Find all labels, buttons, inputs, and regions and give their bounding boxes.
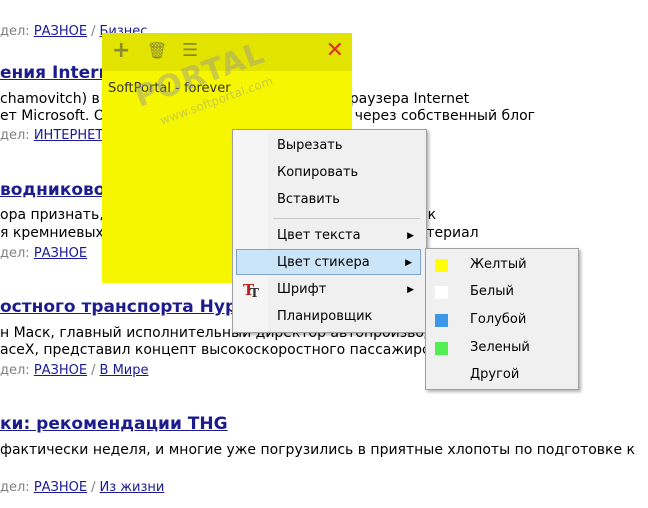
subcategory-link[interactable]: Из жизни — [100, 480, 165, 495]
color-option-label: Желтый — [470, 257, 527, 272]
article-4-meta: дел: РАЗНОЕ / Из жизни — [0, 480, 165, 495]
menu-item-text-color[interactable]: Цвет текста ▶ — [234, 223, 424, 249]
article-1-meta: дел: ИНТЕРНЕТ — [0, 128, 103, 143]
section-label: дел: — [0, 24, 30, 39]
menu-item-sticker-color[interactable]: Цвет стикера ▶ — [236, 249, 421, 275]
menu-item-copy[interactable]: Копировать — [234, 160, 424, 186]
section-label: дел: — [0, 480, 30, 495]
category-link[interactable]: РАЗНОЕ — [34, 363, 87, 378]
menu-item-label: Цвет стикера — [277, 255, 370, 270]
menu-item-scheduler[interactable]: Планировщик — [234, 304, 424, 330]
font-icon: TT — [243, 281, 259, 300]
article-3-meta: дел: РАЗНОЕ / В Мире — [0, 363, 149, 378]
color-option-label: Зеленый — [470, 340, 530, 355]
color-option-green[interactable]: Зеленый — [427, 335, 577, 361]
color-swatch — [435, 342, 448, 355]
section-label: дел: — [0, 128, 30, 143]
chevron-right-icon: ▶ — [407, 231, 414, 241]
menu-item-label: Шрифт — [277, 282, 327, 297]
color-option-other[interactable]: Другой — [427, 362, 577, 388]
close-icon[interactable]: ✕ — [326, 40, 344, 62]
trash-icon[interactable]: 🗑 — [147, 41, 167, 61]
category-link[interactable]: РАЗНОЕ — [34, 246, 87, 261]
color-option-label: Голубой — [470, 312, 527, 327]
color-option-label: Белый — [470, 284, 514, 299]
color-swatch — [435, 314, 448, 327]
menu-item-label: Планировщик — [277, 309, 373, 324]
menu-icon[interactable]: ☰ — [182, 41, 198, 61]
chevron-right-icon: ▶ — [407, 285, 414, 295]
category-link[interactable]: РАЗНОЕ — [34, 24, 87, 39]
color-option-yellow[interactable]: Желтый — [427, 252, 577, 278]
article-4-headline[interactable]: ки: рекомендации THG — [0, 414, 228, 434]
context-menu: Вырезать Копировать Вставить Цвет текста… — [232, 129, 427, 333]
category-link[interactable]: РАЗНОЕ — [34, 480, 87, 495]
menu-item-label: Копировать — [277, 165, 359, 180]
section-label: дел: — [0, 363, 30, 378]
sticker-color-submenu: Желтый Белый Голубой Зеленый Другой — [425, 248, 579, 390]
sticker-toolbar: + 🗑 ☰ ✕ — [102, 33, 352, 71]
plus-icon[interactable]: + — [112, 40, 130, 62]
menu-item-label: Цвет текста — [277, 228, 361, 243]
color-swatch — [435, 259, 448, 272]
category-link[interactable]: ИНТЕРНЕТ — [34, 128, 103, 143]
menu-separator — [273, 218, 420, 219]
color-option-label: Другой — [470, 367, 520, 382]
menu-item-font[interactable]: TT Шрифт ▶ — [234, 277, 424, 303]
menu-item-label: Вырезать — [277, 138, 343, 153]
color-option-blue[interactable]: Голубой — [427, 307, 577, 333]
color-swatch — [435, 286, 448, 299]
color-option-white[interactable]: Белый — [427, 279, 577, 305]
section-label: дел: — [0, 246, 30, 261]
subcategory-link[interactable]: В Мире — [100, 363, 149, 378]
article-4-text-line: фактически неделя, и многие уже погрузил… — [0, 442, 636, 458]
menu-item-cut[interactable]: Вырезать — [234, 133, 424, 159]
menu-item-label: Вставить — [277, 192, 340, 207]
sticker-text[interactable]: SoftPortal - forever — [108, 81, 231, 96]
menu-item-paste[interactable]: Вставить — [234, 187, 424, 213]
article-2-meta: дел: РАЗНОЕ — [0, 246, 87, 261]
chevron-right-icon: ▶ — [405, 258, 412, 268]
